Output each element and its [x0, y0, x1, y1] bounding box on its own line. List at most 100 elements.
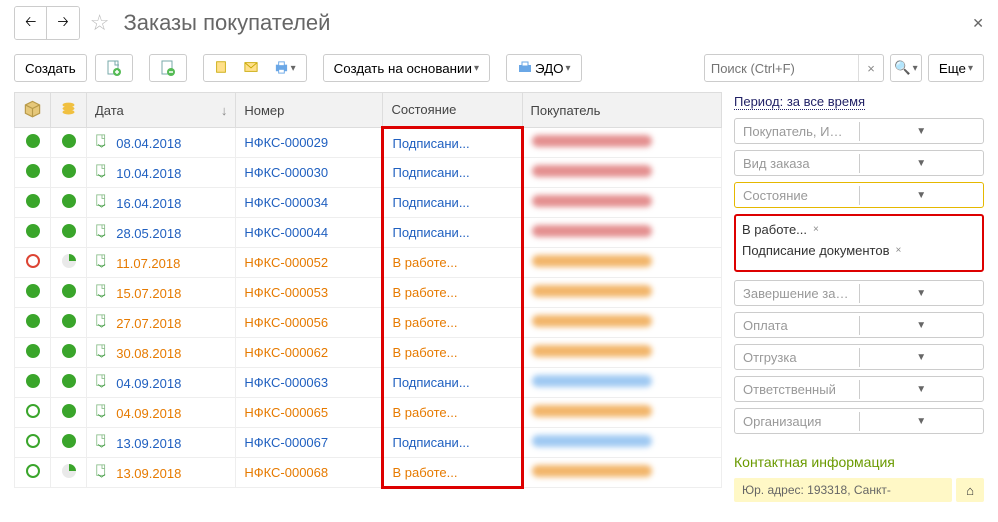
clear-search-icon[interactable]: ×	[858, 55, 883, 81]
toolbar-group: ▾	[203, 54, 307, 82]
filter-responsible[interactable]: Ответственный ▼	[734, 376, 984, 402]
box-icon	[23, 106, 42, 121]
create-doc-button[interactable]	[95, 54, 133, 82]
status-dot-icon	[26, 164, 40, 178]
dropdown-icon[interactable]: ▼	[859, 186, 984, 205]
status-dot-icon	[26, 434, 40, 448]
search-input[interactable]	[705, 57, 858, 80]
col-date[interactable]: Дата ↓	[87, 93, 236, 128]
row-state: Подписани...	[392, 195, 469, 210]
dropdown-icon[interactable]: ▼	[859, 154, 984, 173]
table-row[interactable]: 08.04.2018 НФКС-000029 Подписани...	[15, 128, 722, 158]
col-status2[interactable]	[51, 93, 87, 128]
filter-shipment[interactable]: Отгрузка ▼	[734, 344, 984, 370]
row-number: НФКС-000065	[244, 405, 328, 420]
filter-state[interactable]: Состояние ▼	[734, 182, 984, 208]
doc-icon	[95, 404, 109, 418]
search-box: ×	[704, 54, 884, 82]
search-button[interactable]: 🔍 ▾	[890, 54, 922, 82]
dropdown-icon: ▾	[474, 63, 479, 74]
favorite-star-icon[interactable]: ☆	[90, 10, 110, 36]
quarter-pie-icon	[62, 254, 76, 268]
create-button[interactable]: Создать	[14, 54, 87, 82]
row-date: 10.04.2018	[116, 166, 181, 181]
dropdown-icon[interactable]: ▼	[859, 122, 984, 141]
dropdown-icon: ▾	[968, 63, 973, 74]
dropdown-icon[interactable]: ▼	[859, 316, 984, 335]
col-number[interactable]: Номер	[236, 93, 383, 128]
status-dot-icon	[62, 224, 76, 238]
row-date: 15.07.2018	[116, 286, 181, 301]
row-number: НФКС-000034	[244, 195, 328, 210]
table-row[interactable]: 13.09.2018 НФКС-000068 В работе...	[15, 458, 722, 488]
filter-completion[interactable]: Завершение заказа ▼	[734, 280, 984, 306]
nav-buttons: 🡠 🡢	[14, 6, 80, 40]
table-row[interactable]: 16.04.2018 НФКС-000034 Подписани...	[15, 188, 722, 218]
doc-icon	[95, 194, 109, 208]
remove-tag-icon[interactable]: ×	[813, 224, 819, 235]
dropdown-icon[interactable]: ▼	[859, 284, 984, 303]
close-icon[interactable]: ✕	[972, 15, 984, 32]
row-date: 16.04.2018	[116, 196, 181, 211]
table-row[interactable]: 15.07.2018 НФКС-000053 В работе...	[15, 278, 722, 308]
forward-button[interactable]: 🡢	[47, 7, 78, 39]
copy-doc-button[interactable]	[149, 54, 187, 82]
row-date: 27.07.2018	[116, 316, 181, 331]
remove-tag-icon[interactable]: ×	[895, 245, 901, 256]
table-row[interactable]: 11.07.2018 НФКС-000052 В работе...	[15, 248, 722, 278]
status-dot-icon	[26, 464, 40, 478]
col-state[interactable]: Состояние	[383, 93, 522, 128]
state-tag-signing: Подписание документов ×	[742, 243, 976, 258]
home-button[interactable]: ⌂	[956, 478, 984, 502]
doc-icon	[95, 284, 109, 298]
edo-button[interactable]: ЭДО▾	[506, 54, 582, 82]
back-button[interactable]: 🡠	[15, 7, 47, 39]
row-number: НФКС-000053	[244, 285, 328, 300]
table-row[interactable]: 27.07.2018 НФКС-000056 В работе...	[15, 308, 722, 338]
row-buyer-redacted	[532, 165, 652, 177]
dropdown-icon[interactable]: ▼	[859, 380, 984, 399]
status-dot-icon	[62, 134, 76, 148]
filter-buyer[interactable]: Покупатель, ИНН, телефон ▼	[734, 118, 984, 144]
doc-icon	[95, 314, 109, 328]
doc-icon	[95, 434, 109, 448]
mail-button[interactable]	[238, 57, 264, 79]
table-row[interactable]: 28.05.2018 НФКС-000044 Подписани...	[15, 218, 722, 248]
quarter-pie-icon	[62, 464, 76, 478]
paste-button[interactable]	[208, 57, 234, 79]
row-buyer-redacted	[532, 465, 652, 477]
print-icon	[274, 60, 289, 76]
table-row[interactable]: 04.09.2018 НФКС-000063 Подписани...	[15, 368, 722, 398]
dropdown-icon[interactable]: ▼	[859, 412, 984, 431]
period-link[interactable]: Период: за все время	[734, 94, 865, 110]
row-state: В работе...	[392, 315, 457, 330]
row-date: 30.08.2018	[116, 346, 181, 361]
table-row[interactable]: 10.04.2018 НФКС-000030 Подписани...	[15, 158, 722, 188]
print-button[interactable]: ▾	[268, 57, 302, 79]
row-buyer-redacted	[532, 225, 652, 237]
dropdown-icon[interactable]: ▼	[859, 348, 984, 367]
paste-icon	[214, 60, 228, 76]
row-date: 28.05.2018	[116, 226, 181, 241]
row-state: В работе...	[392, 255, 457, 270]
filter-organization[interactable]: Организация ▼	[734, 408, 984, 434]
more-button[interactable]: Еще▾	[928, 54, 984, 82]
doc-icon	[95, 134, 109, 148]
row-state: Подписани...	[392, 375, 469, 390]
row-state: Подписани...	[392, 225, 469, 240]
doc-icon	[95, 254, 109, 268]
filter-payment[interactable]: Оплата ▼	[734, 312, 984, 338]
col-buyer[interactable]: Покупатель	[522, 93, 722, 128]
create-based-button[interactable]: Создать на основании▾	[323, 54, 490, 82]
row-date: 13.09.2018	[116, 436, 181, 451]
row-number: НФКС-000029	[244, 135, 328, 150]
table-row[interactable]: 30.08.2018 НФКС-000062 В работе...	[15, 338, 722, 368]
row-buyer-redacted	[532, 345, 652, 357]
row-date: 11.07.2018	[116, 256, 180, 271]
table-row[interactable]: 04.09.2018 НФКС-000065 В работе...	[15, 398, 722, 428]
status-dot-icon	[62, 344, 76, 358]
status-dot-icon	[62, 284, 76, 298]
filter-order-type[interactable]: Вид заказа ▼	[734, 150, 984, 176]
table-row[interactable]: 13.09.2018 НФКС-000067 Подписани...	[15, 428, 722, 458]
col-status1[interactable]	[15, 93, 51, 128]
